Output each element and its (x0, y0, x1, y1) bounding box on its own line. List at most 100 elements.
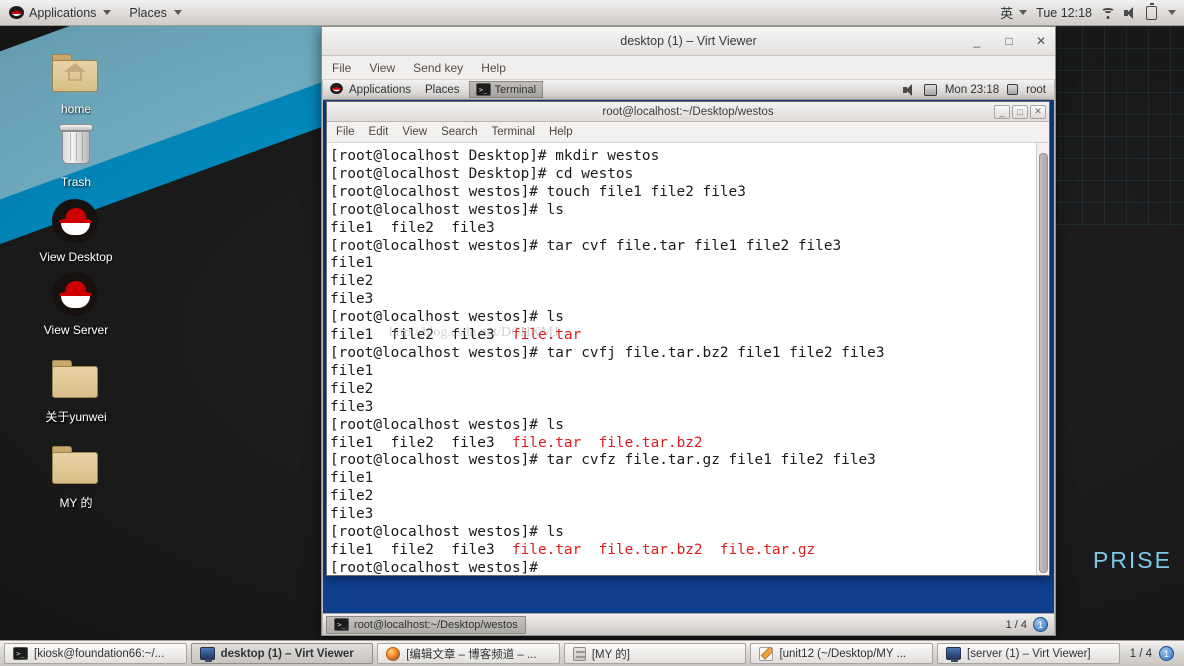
desktop-icon-guanyu-yunwei[interactable]: 关于yunwei (21, 354, 131, 425)
virt-viewer-window-controls: _ □ ✕ (969, 34, 1049, 48)
desktop-icon-home[interactable]: home (21, 48, 131, 116)
terminal-titlebar[interactable]: root@localhost:~/Desktop/westos _ □ ✕ (327, 102, 1049, 122)
taskbar-item-my-de-files[interactable]: [MY 的] (563, 643, 747, 664)
desktop-icon-view-server[interactable]: View Server (21, 269, 131, 337)
redhat-icon (52, 196, 100, 244)
close-button[interactable]: ✕ (1033, 34, 1049, 48)
guest-panel-tray: Mon 23:18 root (902, 83, 1054, 96)
wifi-icon[interactable] (1101, 7, 1115, 19)
menu-search[interactable]: Search (441, 126, 477, 138)
terminal-text: [root@localhost westos]# ls (330, 416, 564, 433)
guest-user-label[interactable]: root (1026, 84, 1046, 96)
folder-icon (52, 354, 100, 402)
desktop-icon-view-desktop[interactable]: View Desktop (21, 196, 131, 264)
terminal-output[interactable]: [root@localhost Desktop]# mkdir westos [r… (327, 143, 1036, 575)
terminal-menubar: File Edit View Search Terminal Help (327, 122, 1049, 143)
minimize-button[interactable]: _ (994, 104, 1010, 119)
user-icon (1007, 84, 1019, 95)
desktop-icon-label: View Desktop (39, 250, 113, 264)
guest-window-task-terminal[interactable]: >_ Terminal (468, 81, 544, 98)
speaker-muted-icon[interactable] (1124, 6, 1137, 19)
applications-menu[interactable]: Applications (0, 0, 120, 26)
terminal-line: file1 (330, 470, 1036, 488)
desktop-icon-label: MY 的 (59, 496, 93, 510)
terminal-text: file3 (330, 291, 374, 308)
guest-places-menu[interactable]: Places (418, 80, 467, 100)
places-label: Places (129, 5, 167, 20)
places-menu[interactable]: Places (120, 0, 191, 26)
taskbar-item-kiosk-terminal[interactable]: >_ [kiosk@foundation66:~/... (4, 643, 187, 664)
menu-send-key[interactable]: Send key (413, 61, 463, 75)
guest-top-panel: Applications Places >_ Terminal Mon 23:1… (323, 80, 1054, 100)
virt-viewer-title: desktop (1) – Virt Viewer (620, 34, 757, 48)
editor-icon (759, 646, 774, 661)
clock[interactable]: Tue 12:18 (1036, 6, 1092, 20)
terminal-text: [root@localhost westos]# tar cvfj file.t… (330, 344, 885, 361)
trash-icon (52, 121, 100, 169)
menu-file[interactable]: File (332, 61, 351, 75)
taskbar-item-desktop-virt-viewer[interactable]: desktop (1) – Virt Viewer (190, 643, 374, 664)
firefox-icon (386, 646, 401, 661)
taskbar-item-firefox-blog[interactable]: [编辑文章 – 博客频道 – ... (377, 643, 560, 664)
terminal-line: [root@localhost westos]# tar cvfj file.t… (330, 345, 1036, 363)
taskbar-item-unit12-editor[interactable]: [unit12 (~/Desktop/MY ... (750, 643, 934, 664)
system-tray: 英 Tue 12:18 (1000, 3, 1184, 22)
terminal-icon: >_ (13, 647, 28, 660)
terminal-scrollbar-thumb[interactable] (1039, 153, 1048, 573)
menu-file[interactable]: File (336, 126, 355, 138)
desktop-icon-my-de[interactable]: MY 的 (21, 440, 131, 511)
taskbar-item-label: [unit12 (~/Desktop/MY ... (779, 647, 907, 660)
terminal-line: [root@localhost westos]# ls (330, 524, 1036, 542)
terminal-text: file1 (330, 362, 374, 379)
chevron-down-icon[interactable] (1168, 10, 1176, 15)
redhat-logo-icon (9, 6, 24, 19)
terminal-filename: file.tar (511, 541, 582, 558)
menu-terminal[interactable]: Terminal (492, 126, 535, 138)
guest-screen[interactable]: Applications Places >_ Terminal Mon 23:1… (322, 80, 1055, 635)
chevron-down-icon (173, 10, 182, 15)
guest-applications-label: Applications (349, 83, 412, 96)
host-taskbar: >_ [kiosk@foundation66:~/... desktop (1)… (0, 640, 1184, 666)
guest-workspace-badge[interactable]: 1 (1033, 617, 1048, 632)
taskbar-item-server-virt-viewer[interactable]: [server (1) – Virt Viewer] (937, 643, 1120, 664)
desktop-icon-trash[interactable]: Trash (21, 121, 131, 189)
chevron-down-icon (103, 10, 112, 15)
terminal-line: file3 (330, 506, 1036, 524)
host-workspace-badge[interactable]: 1 (1159, 646, 1175, 661)
maximize-button[interactable]: □ (1012, 104, 1028, 119)
host-workspace-switcher: 1 / 4 1 (1124, 646, 1180, 661)
minimize-button[interactable]: _ (969, 34, 985, 48)
close-button[interactable]: ✕ (1030, 104, 1046, 119)
menu-view[interactable]: View (402, 126, 427, 138)
terminal-line: [root@localhost westos]# tar cvfz file.t… (330, 452, 1036, 470)
terminal-body[interactable]: [root@localhost Desktop]# mkdir westos [r… (327, 143, 1049, 575)
maximize-button[interactable]: □ (1001, 34, 1017, 48)
guest-taskbar-label: root@localhost:~/Desktop/westos (354, 618, 518, 631)
guest-taskbar-item-terminal[interactable]: >_ root@localhost:~/Desktop/westos (326, 615, 526, 634)
terminal-scrollbar[interactable] (1036, 143, 1049, 575)
terminal-line: [root@localhost westos]# ls (330, 309, 1036, 327)
host-workspace-indicator: 1 / 4 (1129, 647, 1153, 660)
menu-view[interactable]: View (369, 61, 395, 75)
guest-taskbar-right: 1 / 4 1 (1006, 617, 1054, 632)
menu-help[interactable]: Help (549, 126, 573, 138)
terminal-line: file2 (330, 273, 1036, 291)
terminal-line: file2 (330, 381, 1036, 399)
chevron-down-icon (1019, 10, 1028, 15)
virt-viewer-titlebar[interactable]: desktop (1) – Virt Viewer _ □ ✕ (322, 27, 1055, 56)
guest-clock[interactable]: Mon 23:18 (945, 84, 999, 96)
input-method-indicator[interactable]: 英 (1000, 3, 1028, 22)
terminal-text: [root@localhost Desktop]# cd westos (330, 165, 634, 182)
guest-applications-menu[interactable]: Applications (323, 80, 418, 100)
terminal-line: [root@localhost westos]# touch file1 fil… (330, 184, 1036, 202)
menu-help[interactable]: Help (481, 61, 506, 75)
folder-home-icon (52, 48, 100, 96)
battery-icon[interactable] (1146, 3, 1157, 20)
network-icon[interactable] (923, 83, 937, 96)
menu-edit[interactable]: Edit (369, 126, 389, 138)
terminal-text: [root@localhost Desktop]# mkdir westos (330, 148, 660, 164)
speaker-icon[interactable] (902, 83, 916, 96)
terminal-filename: file.tar.gz (719, 541, 816, 558)
